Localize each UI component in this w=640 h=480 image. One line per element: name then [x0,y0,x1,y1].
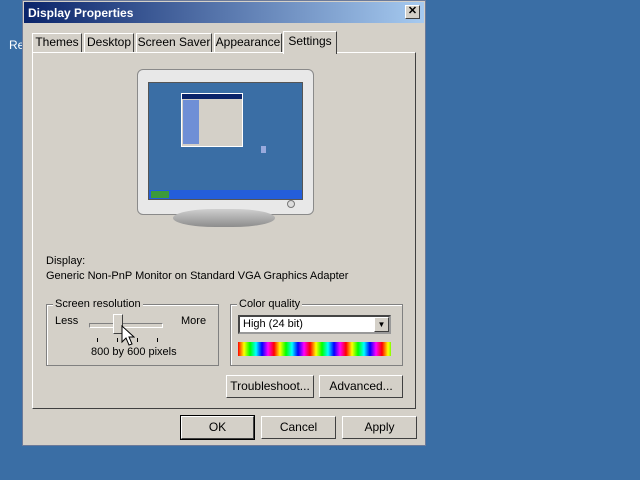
title-bar[interactable]: Display Properties ✕ [24,2,424,23]
slider-tick [157,338,158,342]
display-properties-dialog: Display Properties ✕ Themes Desktop Scre… [22,0,426,446]
resolution-more-label: More [181,315,207,327]
monitor-screen [148,82,303,200]
window-title: Display Properties [28,6,134,20]
screen-resolution-legend: Screen resolution [53,298,143,310]
ok-button[interactable]: OK [180,415,255,440]
color-spectrum-bar [238,342,391,356]
display-label: Display: [46,255,86,267]
preview-window [181,93,243,147]
resolution-less-label: Less [55,315,79,327]
color-quality-legend: Color quality [237,298,303,310]
color-quality-select[interactable]: High (24 bit) ▼ [238,315,391,334]
recycle-bin-icon [261,146,266,153]
tab-themes[interactable]: Themes [32,33,82,52]
close-button[interactable]: ✕ [405,5,420,19]
tab-settings[interactable]: Settings [283,31,337,54]
tab-screen-saver[interactable]: Screen Saver [136,33,212,52]
advanced-button[interactable]: Advanced... [319,375,403,398]
cancel-button[interactable]: Cancel [261,416,336,439]
preview-taskbar [149,190,302,199]
slider-tick [137,338,138,342]
color-quality-group: Color quality [230,298,403,366]
monitor-stand [173,209,275,227]
display-adapter-text: Generic Non-PnP Monitor on Standard VGA … [46,270,349,282]
color-quality-value: High (24 bit) [243,318,303,330]
slider-tick [97,338,98,342]
troubleshoot-button[interactable]: Troubleshoot... [226,375,314,398]
slider-tick [117,338,118,342]
apply-button[interactable]: Apply [342,416,417,439]
start-button-icon [151,191,169,198]
monitor-preview [137,69,314,215]
tab-appearance[interactable]: Appearance [214,33,282,52]
chevron-down-icon[interactable]: ▼ [374,317,389,332]
tab-desktop[interactable]: Desktop [84,33,134,52]
resolution-value-text: 800 by 600 pixels [91,346,177,358]
mouse-cursor-icon [121,325,135,346]
power-button-icon [287,200,295,208]
